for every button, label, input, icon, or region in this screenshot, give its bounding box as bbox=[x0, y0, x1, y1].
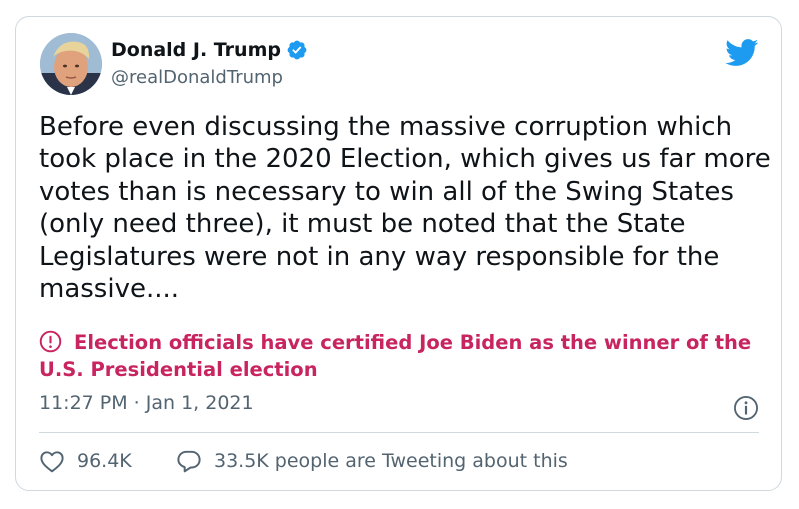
like-count: 96.4K bbox=[77, 450, 132, 472]
election-notice[interactable]: Election officials have certified Joe Bi… bbox=[39, 329, 774, 383]
author-name-row[interactable]: Donald J. Trump bbox=[111, 39, 308, 61]
like-button[interactable]: 96.4K bbox=[39, 449, 132, 473]
info-icon[interactable] bbox=[733, 395, 759, 421]
conversation-text[interactable]: 33.5K people are Tweeting about this bbox=[214, 450, 568, 472]
exclamation-circle-icon bbox=[39, 330, 62, 353]
divider bbox=[39, 432, 759, 433]
election-notice-text[interactable]: Election officials have certified Joe Bi… bbox=[39, 331, 751, 381]
author-avatar[interactable] bbox=[40, 33, 102, 95]
heart-icon bbox=[40, 451, 64, 473]
tweet-text: Before even discussing the massive corru… bbox=[39, 112, 771, 305]
author-handle[interactable]: @realDonaldTrump bbox=[111, 67, 283, 88]
conversation-link[interactable]: 33.5K people are Tweeting about this bbox=[176, 449, 568, 473]
tweet-card: Donald J. Trump @realDonaldTrump Before … bbox=[15, 16, 782, 491]
verified-badge-icon bbox=[287, 40, 307, 60]
speech-bubble-icon bbox=[177, 450, 201, 473]
twitter-bird-icon[interactable] bbox=[725, 39, 759, 67]
tweet-timestamp[interactable]: 11:27 PM · Jan 1, 2021 bbox=[39, 392, 254, 414]
author-name[interactable]: Donald J. Trump bbox=[111, 39, 281, 61]
